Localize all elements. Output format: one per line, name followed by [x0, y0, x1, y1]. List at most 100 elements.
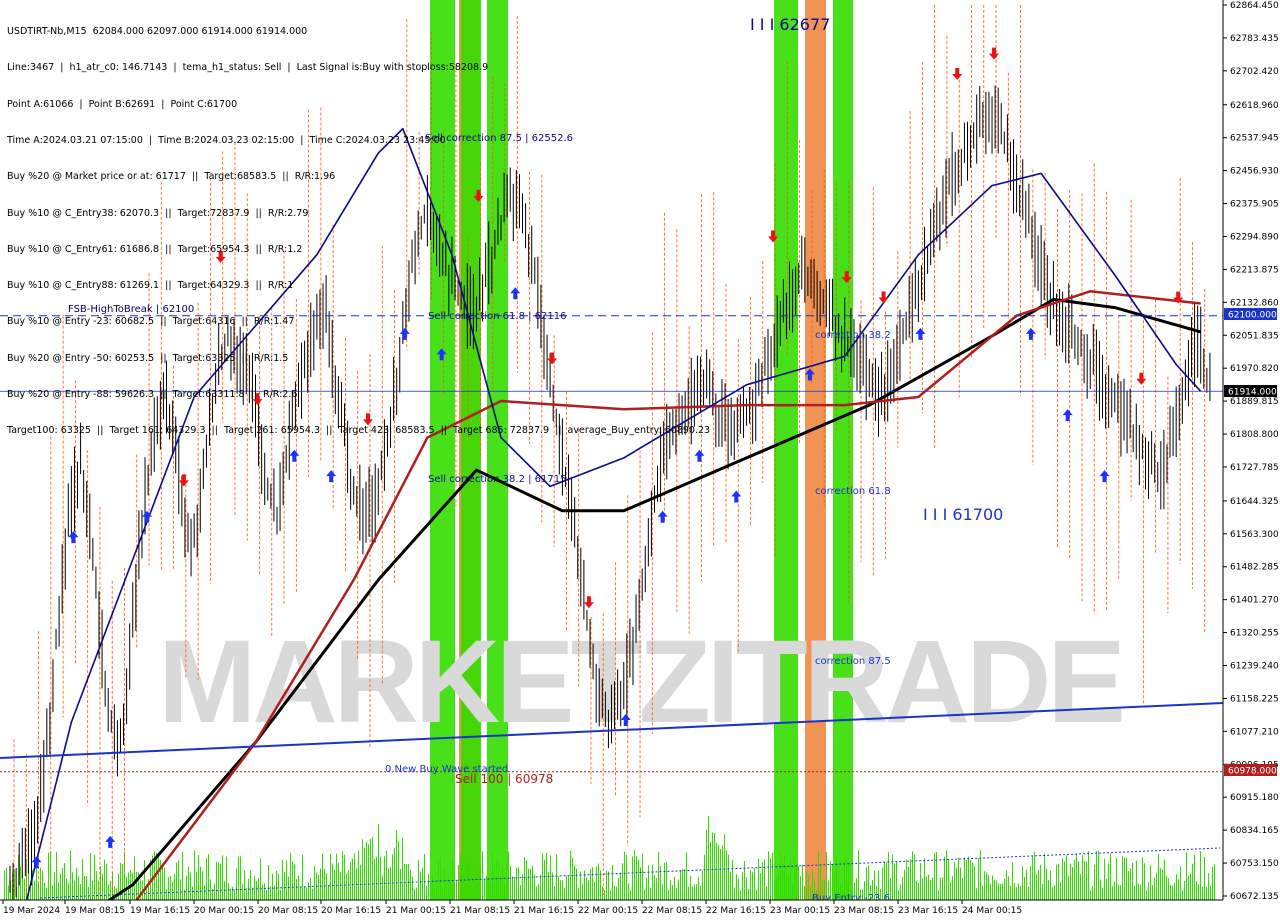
volume-bar — [1182, 889, 1183, 900]
volume-bar — [666, 861, 667, 900]
volume-bar — [724, 834, 725, 900]
volume-bar — [1164, 859, 1165, 900]
volume-bar — [558, 876, 559, 900]
volume-bar — [220, 863, 221, 900]
x-tick-label: 21 Mar 00:15 — [386, 906, 446, 916]
volume-bar — [1102, 887, 1103, 900]
correction-875-label: correction 87.5 — [815, 656, 891, 667]
volume-bar — [696, 884, 697, 900]
volume-bar — [964, 857, 965, 900]
volume-bar — [716, 842, 717, 900]
volume-bar — [630, 889, 631, 900]
x-tick-label: 20 Mar 08:15 — [258, 906, 318, 916]
volume-bar — [330, 854, 331, 900]
volume-bar — [1198, 884, 1199, 900]
volume-bar — [898, 889, 899, 900]
volume-bar — [72, 872, 73, 900]
volume-histogram — [4, 815, 1221, 900]
y-tick-label: 61563.300 — [1230, 530, 1279, 540]
volume-bar — [8, 885, 9, 900]
volume-bar — [496, 858, 497, 900]
volume-bar — [596, 866, 597, 900]
volume-bar — [102, 873, 103, 900]
volume-bar — [620, 872, 621, 900]
volume-bar — [48, 852, 49, 900]
volume-bar — [214, 883, 215, 900]
volume-bar — [380, 856, 381, 900]
volume-bar — [520, 885, 521, 900]
volume-bar — [1140, 884, 1141, 900]
volume-bar — [170, 875, 171, 900]
volume-bar — [988, 874, 989, 900]
y-tick-label: 61482.285 — [1230, 563, 1279, 573]
volume-bar — [432, 874, 433, 900]
volume-bar — [290, 852, 291, 900]
y-tick-label: 62375.905 — [1230, 200, 1279, 210]
info-line: Point A:61066 | Point B:62691 | Point C:… — [7, 98, 238, 110]
volume-bar — [1152, 885, 1153, 900]
y-tick-label: 62051.835 — [1230, 331, 1279, 341]
volume-bar — [998, 883, 999, 900]
volume-bar — [1056, 864, 1057, 900]
volume-bar — [692, 886, 693, 900]
volume-bar — [1150, 865, 1151, 900]
volume-bar — [56, 851, 57, 900]
volume-bar — [390, 867, 391, 900]
volume-bar — [1128, 871, 1129, 900]
volume-bar — [320, 868, 321, 900]
volume-bar — [86, 875, 87, 900]
volume-bar — [512, 876, 513, 900]
signal-band — [805, 0, 826, 900]
volume-bar — [560, 880, 561, 900]
volume-bar — [286, 860, 287, 900]
volume-bar — [456, 880, 457, 900]
volume-bar — [54, 872, 55, 900]
y-tick-label: 61727.785 — [1230, 463, 1279, 473]
y-tick-label: 62783.435 — [1230, 34, 1279, 44]
volume-bar — [242, 884, 243, 900]
volume-bar — [1178, 879, 1179, 900]
volume-bar — [706, 829, 707, 900]
volume-bar — [1090, 889, 1091, 900]
volume-bar — [190, 872, 191, 900]
volume-bar — [254, 875, 255, 900]
buy-arrow — [731, 490, 742, 503]
volume-bar — [1208, 873, 1209, 900]
volume-bar — [210, 879, 211, 900]
volume-bar — [74, 880, 75, 900]
volume-bar — [400, 869, 401, 900]
y-tick-label: 61808.800 — [1230, 430, 1279, 440]
volume-bar — [946, 850, 947, 900]
volume-bar — [508, 851, 509, 900]
volume-bar — [926, 876, 927, 900]
volume-bar — [222, 855, 223, 900]
volume-bar — [340, 871, 341, 900]
volume-bar — [176, 862, 177, 900]
volume-bar — [578, 887, 579, 900]
volume-bar — [1138, 883, 1139, 900]
volume-bar — [958, 857, 959, 900]
volume-bar — [466, 852, 467, 900]
volume-bar — [678, 879, 679, 900]
volume-bar — [676, 887, 677, 900]
volume-bar — [344, 854, 345, 900]
volume-bar — [544, 859, 545, 900]
volume-bar — [556, 854, 557, 900]
volume-bar — [1016, 887, 1017, 900]
x-tick-label: 19 Mar 2024 — [3, 906, 60, 916]
volume-bar — [532, 865, 533, 900]
volume-bar — [372, 836, 373, 900]
volume-bar — [686, 852, 687, 900]
y-tick-label: 61889.815 — [1230, 397, 1279, 407]
volume-bar — [446, 878, 447, 900]
volume-bar — [1130, 868, 1131, 900]
volume-bar — [936, 852, 937, 900]
volume-bar — [972, 862, 973, 900]
volume-bar — [1170, 885, 1171, 900]
volume-bar — [1110, 853, 1111, 900]
volume-bar — [1042, 884, 1043, 900]
y-tick-label: 62864.450 — [1230, 1, 1279, 11]
volume-bar — [78, 876, 79, 900]
volume-bar — [590, 869, 591, 900]
sell-arrow — [989, 47, 1000, 60]
